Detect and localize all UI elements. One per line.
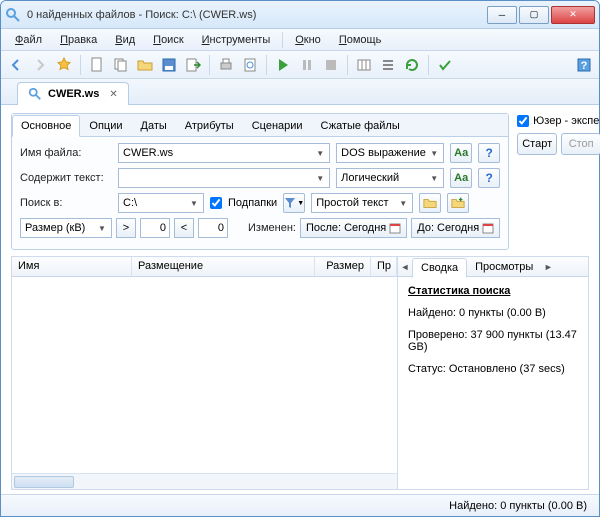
summary-panel: ◄ Сводка Просмотры ► Статистика поиска Н… [398,257,588,489]
subfolders-checkbox[interactable] [210,197,222,209]
document-tab[interactable]: CWER.ws ✕ [17,82,129,105]
sidetab-summary[interactable]: Сводка [412,258,467,278]
action-panel: Юзер - эксперт Старт Стоп [517,113,600,250]
tabnav-right[interactable]: ► [541,262,555,272]
subtab-main[interactable]: Основное [12,115,80,137]
subtab-attributes[interactable]: Атрибуты [176,115,243,137]
document-tabs: CWER.ws ✕ [1,79,599,105]
filename-help-button[interactable]: ? [478,143,500,163]
col-pr[interactable]: Пр [371,257,397,276]
menu-search[interactable]: Поиск [145,32,191,48]
contains-label: Содержит текст: [20,172,112,184]
results-body[interactable] [12,277,397,473]
pause-button[interactable] [296,54,318,76]
app-icon [5,7,21,23]
subtab-dates[interactable]: Даты [132,115,176,137]
lookin-path-select[interactable]: C:\▼ [118,193,204,213]
calendar-icon [389,222,401,234]
maximize-button[interactable]: ▢ [519,6,549,24]
filter-button[interactable]: ▼ [283,193,305,213]
menu-help[interactable]: Помощь [331,32,390,48]
after-date-button[interactable]: После: Сегодня [300,218,407,238]
col-name[interactable]: Имя [12,257,132,276]
app-window: 0 найденных файлов - Поиск: C:\ (CWER.ws… [0,0,600,517]
new-doc-button[interactable] [86,54,108,76]
size-lt-button[interactable]: < [174,218,194,238]
size-max-input[interactable] [198,218,228,238]
open-folder-button[interactable] [134,54,156,76]
tabnav-left[interactable]: ◄ [398,262,412,272]
contains-input[interactable]: ▼ [118,168,330,188]
contains-mode-select[interactable]: Логический▼ [336,168,444,188]
contains-case-button[interactable]: Aa [450,168,472,188]
stats-header: Статистика поиска [408,285,578,297]
search-panel: Основное Опции Даты Атрибуты Сценарии Сж… [11,113,509,250]
browse-folder-button[interactable] [419,193,441,213]
copy-button[interactable] [110,54,132,76]
print-button[interactable] [215,54,237,76]
col-location[interactable]: Размещение [132,257,315,276]
filename-input[interactable]: CWER.ws▼ [118,143,330,163]
menu-file[interactable]: Файл [7,32,50,48]
expert-mode-label: Юзер - эксперт [533,115,600,127]
sidetab-views[interactable]: Просмотры [467,258,541,276]
save-button[interactable] [158,54,180,76]
case-sensitive-button[interactable]: Aa [450,143,472,163]
minimize-button[interactable]: ─ [487,6,517,24]
calendar-icon [482,222,494,234]
results-list: Имя Размещение Размер Пр [12,257,398,489]
help-topics-button[interactable]: ? [573,54,595,76]
menu-window[interactable]: Окно [287,32,329,48]
window-title: 0 найденных файлов - Поиск: C:\ (CWER.ws… [27,9,485,21]
svg-text:?: ? [581,60,588,72]
preview-button[interactable] [239,54,261,76]
size-min-input[interactable] [140,218,170,238]
document-tab-label: CWER.ws [48,88,99,100]
toolbar: ? [1,51,599,79]
search-subtabs: Основное Опции Даты Атрибуты Сценарии Сж… [12,114,508,137]
mark-button[interactable] [434,54,456,76]
menu-edit[interactable]: Правка [52,32,105,48]
close-button[interactable]: ✕ [551,6,595,24]
filename-label: Имя файла: [20,147,112,159]
start-search-button[interactable] [272,54,294,76]
content-type-select[interactable]: Простой текст▼ [311,193,413,213]
subtab-compressed[interactable]: Сжатые файлы [312,115,409,137]
browse-add-button[interactable] [447,193,469,213]
favorite-button[interactable] [53,54,75,76]
tab-close-button[interactable]: ✕ [109,89,117,100]
stop-button-panel[interactable]: Стоп [561,133,600,155]
export-button[interactable] [182,54,204,76]
stats-scanned: Проверено: 37 900 пункты (13.47 GB) [408,329,578,353]
subfolders-label: Подпапки [228,197,277,209]
history-back-button[interactable] [5,54,27,76]
expert-mode-checkbox[interactable] [517,115,529,127]
lookin-label: Поиск в: [20,197,112,209]
columns-button[interactable] [353,54,375,76]
size-gt-button[interactable]: > [116,218,136,238]
results-scrollbar[interactable] [12,473,397,489]
subtab-scripts[interactable]: Сценарии [243,115,312,137]
col-size[interactable]: Размер [315,257,371,276]
before-date-button[interactable]: До: Сегодня [411,218,500,238]
status-text: Найдено: 0 пункты (0.00 B) [449,500,587,512]
contains-help-button[interactable]: ? [478,168,500,188]
menu-tools[interactable]: Инструменты [194,32,279,48]
start-button[interactable]: Старт [517,133,557,155]
statusbar: Найдено: 0 пункты (0.00 B) [1,494,599,516]
titlebar: 0 найденных файлов - Поиск: C:\ (CWER.ws… [1,1,599,29]
stop-button[interactable] [320,54,342,76]
filename-mode-select[interactable]: DOS выражение▼ [336,143,444,163]
menu-view[interactable]: Вид [107,32,143,48]
history-fwd-button[interactable] [29,54,51,76]
search-icon [28,87,42,101]
list-view-button[interactable] [377,54,399,76]
stats-status: Статус: Остановлено (37 secs) [408,363,578,375]
menubar: Файл Правка Вид Поиск Инструменты Окно П… [1,29,599,51]
subtab-options[interactable]: Опции [80,115,131,137]
stats-found: Найдено: 0 пункты (0.00 B) [408,307,578,319]
refresh-button[interactable] [401,54,423,76]
size-unit-select[interactable]: Размер (кВ)▼ [20,218,112,238]
modified-label: Изменен: [248,222,296,234]
